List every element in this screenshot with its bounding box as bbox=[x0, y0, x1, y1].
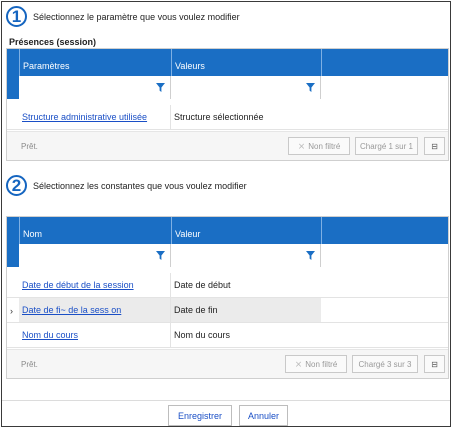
filter-clear-icon: ⨯ bbox=[294, 358, 303, 369]
charge-label: Chargé 1 sur 1 bbox=[360, 141, 413, 151]
value-cell[interactable]: Structure sélectionnée bbox=[171, 105, 321, 129]
filter-cell-valeur[interactable] bbox=[171, 244, 321, 267]
filter-cell-empty bbox=[321, 244, 448, 267]
row-header[interactable]: › bbox=[7, 298, 19, 322]
name-link[interactable]: Date de fi~ de la sess on bbox=[22, 305, 121, 315]
dialog-frame: 1 Sélectionnez le paramètre que vous vou… bbox=[1, 1, 451, 427]
grid-2-footer: Prêt. ⨯ Non filtré Chargé 3 sur 3 ⊟ bbox=[7, 349, 448, 378]
value-cell[interactable]: Date de fin bbox=[171, 298, 321, 322]
filter-cell-empty bbox=[321, 76, 448, 99]
step-1-instruction: Sélectionnez le paramètre que vous voule… bbox=[33, 11, 240, 22]
name-link[interactable]: Nom du cours bbox=[22, 330, 78, 340]
filter-cell-parametres[interactable] bbox=[19, 76, 171, 99]
name-link[interactable]: Date de début de la session bbox=[22, 280, 134, 290]
step-2-header: 2 Sélectionnez les constantes que vous v… bbox=[6, 175, 247, 196]
grid-2-header: Nom Valeur bbox=[7, 217, 448, 244]
row-pointer-icon: › bbox=[10, 306, 13, 316]
param-cell[interactable]: Structure administrative utilisée bbox=[19, 105, 171, 129]
parameters-grid: Paramètres Valeurs Structure administrat… bbox=[6, 48, 449, 161]
column-header-nom[interactable]: Nom bbox=[20, 217, 172, 244]
non-filtre-label: Non filtré bbox=[305, 359, 338, 369]
export-icon: ⊟ bbox=[431, 359, 438, 369]
step-2-number: 2 bbox=[6, 175, 27, 196]
param-link[interactable]: Structure administrative utilisée bbox=[22, 112, 147, 122]
funnel-icon[interactable] bbox=[306, 251, 315, 260]
filter-cell-valeurs[interactable] bbox=[171, 76, 321, 99]
column-header-valeur[interactable]: Valeur bbox=[172, 217, 322, 244]
cancel-button[interactable]: Annuler bbox=[239, 405, 288, 426]
name-cell[interactable]: Date de fi~ de la sess on bbox=[19, 298, 171, 322]
charge-button[interactable]: Chargé 3 sur 3 bbox=[352, 355, 418, 373]
non-filtre-label: Non filtré bbox=[308, 141, 341, 151]
charge-label: Chargé 3 sur 3 bbox=[358, 359, 412, 369]
funnel-icon[interactable] bbox=[156, 83, 165, 92]
name-cell[interactable]: Date de début de la session bbox=[19, 273, 171, 297]
filter-corner bbox=[7, 76, 19, 99]
value-cell[interactable]: Date de début bbox=[171, 273, 321, 297]
step-2-instruction: Sélectionnez les constantes que vous vou… bbox=[33, 180, 247, 191]
name-cell[interactable]: Nom du cours bbox=[19, 323, 171, 347]
funnel-icon[interactable] bbox=[156, 251, 165, 260]
column-header-empty bbox=[322, 217, 448, 244]
row-header[interactable] bbox=[7, 323, 19, 347]
grid-2-filter-row bbox=[7, 244, 448, 267]
constants-grid: Nom Valeur Date de début de la session D… bbox=[6, 216, 449, 379]
table-row-selected[interactable]: › Date de fi~ de la sess on Date de fin bbox=[7, 298, 448, 323]
funnel-icon[interactable] bbox=[306, 83, 315, 92]
section-title: Présences (session) bbox=[9, 37, 97, 47]
filter-cell-nom[interactable] bbox=[19, 244, 171, 267]
value-cell[interactable]: Nom du cours bbox=[171, 323, 321, 347]
non-filtre-button[interactable]: ⨯ Non filtré bbox=[288, 137, 350, 155]
status-text: Prêt. bbox=[21, 142, 38, 151]
save-button[interactable]: Enregistrer bbox=[168, 405, 232, 426]
grid-1-header-corner bbox=[7, 49, 20, 76]
status-text: Prêt. bbox=[21, 360, 38, 369]
action-bar: Enregistrer Annuler bbox=[2, 400, 450, 429]
column-header-parametres[interactable]: Paramètres bbox=[20, 49, 172, 76]
export-button[interactable]: ⊟ bbox=[424, 137, 445, 155]
grid-1-footer: Prêt. ⨯ Non filtré Chargé 1 sur 1 ⊟ bbox=[7, 131, 448, 160]
grid-1-filter-row bbox=[7, 76, 448, 99]
filter-clear-icon: ⨯ bbox=[297, 140, 306, 151]
table-row[interactable]: Date de début de la session Date de débu… bbox=[7, 273, 448, 298]
table-row[interactable]: Structure administrative utilisée Struct… bbox=[7, 105, 448, 130]
table-row[interactable]: Nom du cours Nom du cours bbox=[7, 323, 448, 348]
row-header[interactable] bbox=[7, 273, 19, 297]
charge-button[interactable]: Chargé 1 sur 1 bbox=[355, 137, 418, 155]
column-header-empty bbox=[322, 49, 448, 76]
grid-2-header-corner bbox=[7, 217, 20, 244]
filter-corner bbox=[7, 244, 19, 267]
export-icon: ⊟ bbox=[431, 141, 438, 151]
step-1-header: 1 Sélectionnez le paramètre que vous vou… bbox=[6, 6, 240, 27]
column-header-valeurs[interactable]: Valeurs bbox=[172, 49, 322, 76]
step-1-number: 1 bbox=[6, 6, 27, 27]
row-header[interactable] bbox=[7, 105, 19, 129]
export-button[interactable]: ⊟ bbox=[424, 355, 445, 373]
non-filtre-button[interactable]: ⨯ Non filtré bbox=[285, 355, 347, 373]
grid-1-header: Paramètres Valeurs bbox=[7, 49, 448, 76]
